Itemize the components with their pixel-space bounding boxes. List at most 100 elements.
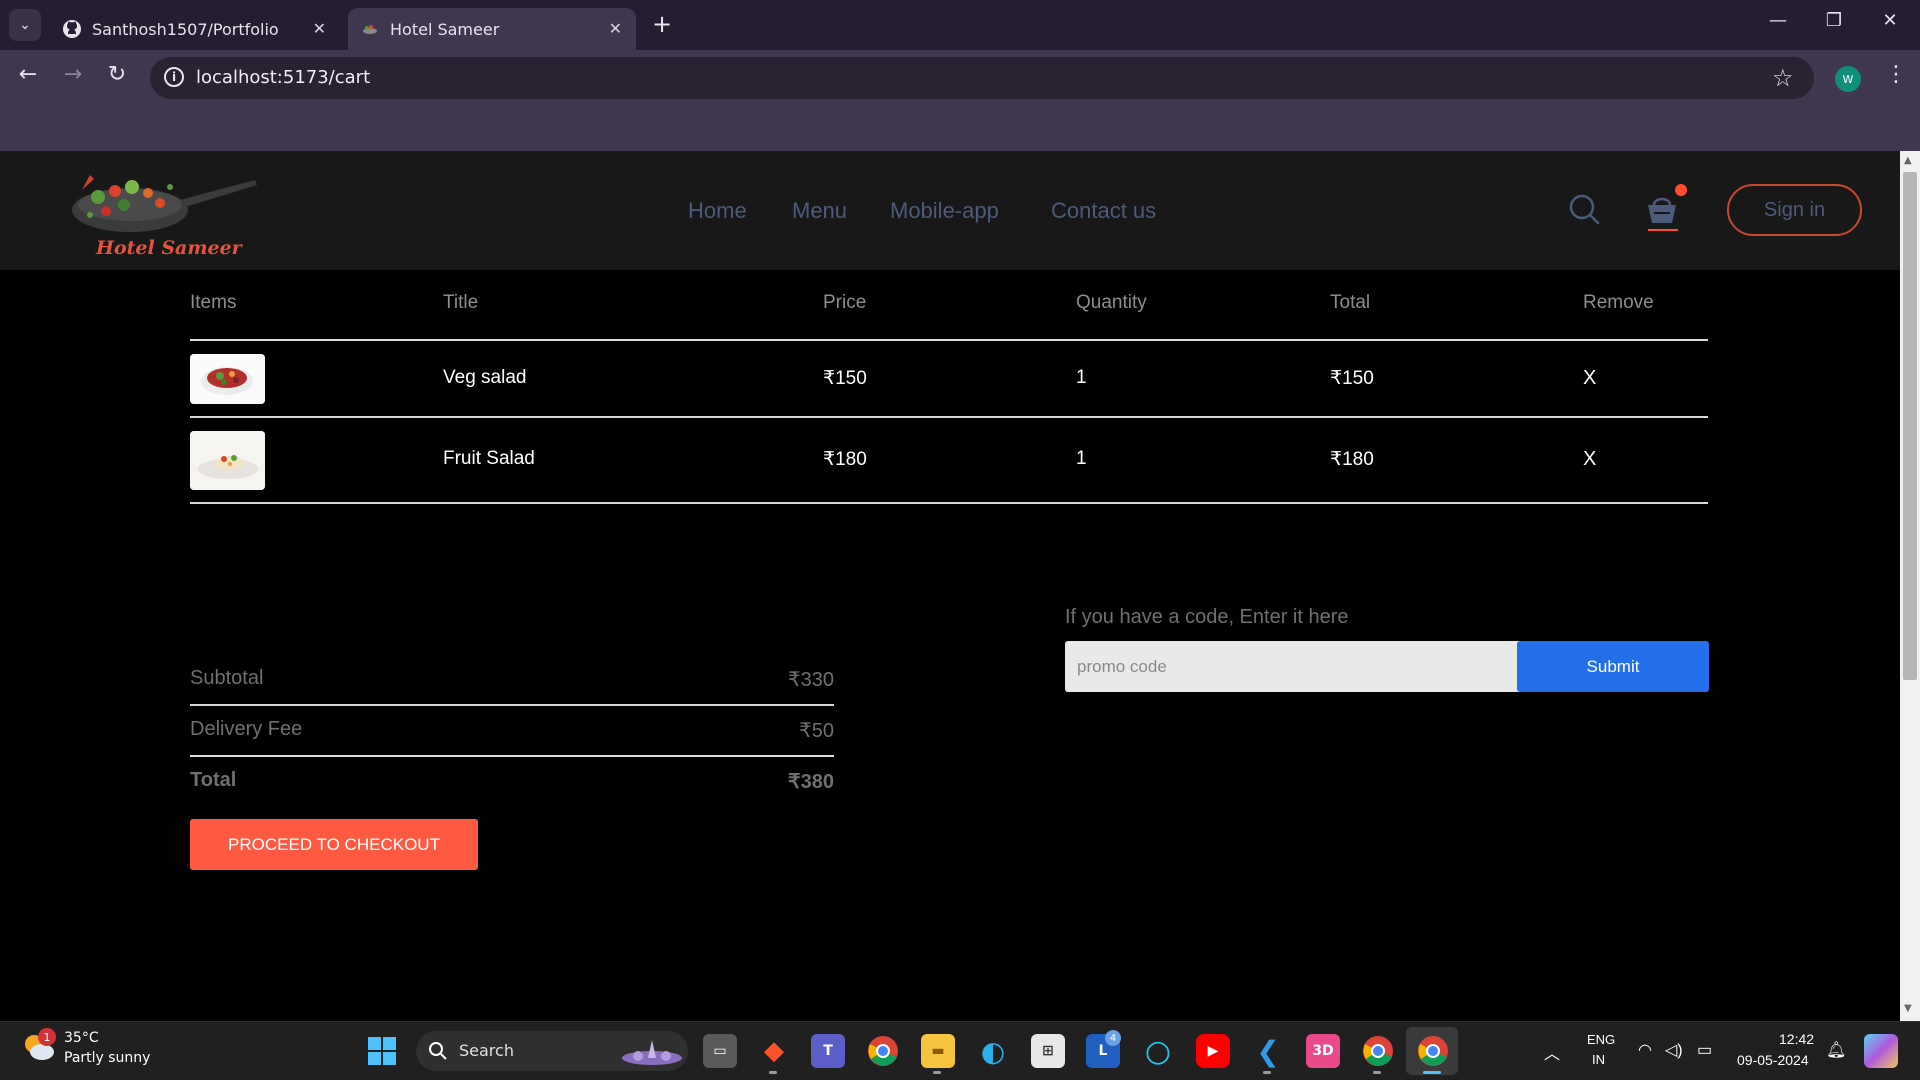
weather-description[interactable]: Partly sunny xyxy=(64,1050,150,1066)
browser-tab-bar: ⌄ Santhosh1507/Portfolio ✕ Hotel Sameer … xyxy=(0,0,1920,50)
menu-kebab-icon[interactable]: ⋮ xyxy=(1885,62,1907,87)
url-text[interactable]: localhost:5173/cart xyxy=(196,67,370,88)
subtotal-label: Subtotal xyxy=(190,667,264,689)
window-close-icon[interactable]: ✕ xyxy=(1870,10,1910,31)
file-explorer-icon[interactable]: ▬ xyxy=(921,1034,955,1068)
nav-contact-us[interactable]: Contact us xyxy=(1051,198,1156,224)
restore-icon[interactable]: ❐ xyxy=(1814,10,1854,31)
copilot-icon[interactable] xyxy=(1864,1034,1898,1068)
minimize-icon[interactable]: — xyxy=(1758,10,1798,31)
header-total: Total xyxy=(1330,292,1371,313)
language-line2[interactable]: IN xyxy=(1592,1052,1605,1067)
edge-icon[interactable]: ◐ xyxy=(976,1034,1010,1068)
back-arrow-icon[interactable]: ← xyxy=(13,62,43,87)
item-total: ₹150 xyxy=(1330,368,1374,389)
outlook-badge: 4 xyxy=(1105,1030,1121,1046)
site-navbar: Hotel Sameer Home Menu Mobile-app Contac… xyxy=(0,151,1900,270)
windows-start-icon[interactable] xyxy=(367,1036,397,1066)
promo-submit-button[interactable]: Submit xyxy=(1517,641,1709,692)
promo-code-input[interactable] xyxy=(1065,641,1520,692)
divider xyxy=(190,416,1708,418)
divider xyxy=(190,704,834,706)
nav-home[interactable]: Home xyxy=(688,198,747,224)
close-icon[interactable]: ✕ xyxy=(313,19,326,38)
header-remove: Remove xyxy=(1583,292,1654,313)
language-line1[interactable]: ENG xyxy=(1587,1032,1615,1047)
scrollbar-thumb[interactable] xyxy=(1903,172,1917,680)
logo-text[interactable]: Hotel Sameer xyxy=(96,237,242,259)
search-highlight-icon xyxy=(622,1040,682,1065)
volume-icon[interactable]: ◁) xyxy=(1665,1040,1683,1060)
microsoft-store-icon[interactable]: ⊞ xyxy=(1031,1034,1065,1068)
running-indicator xyxy=(933,1071,941,1074)
divider xyxy=(190,755,834,757)
profile-avatar[interactable]: W xyxy=(1835,66,1861,92)
forward-arrow-icon[interactable]: → xyxy=(58,62,88,87)
item-price: ₹150 xyxy=(823,368,867,389)
tab-title: Hotel Sameer xyxy=(390,19,500,39)
new-tab-button[interactable]: + xyxy=(652,10,672,38)
wifi-icon[interactable]: ◠ xyxy=(1638,1040,1652,1060)
veg-salad-image xyxy=(190,354,265,404)
total-label: Total xyxy=(190,769,237,791)
notification-bell-icon[interactable]: 🔔︎ xyxy=(1826,1040,1846,1060)
active-indicator xyxy=(1423,1071,1441,1074)
nav-mobile-app[interactable]: Mobile-app xyxy=(890,198,999,224)
scroll-down-arrow-icon[interactable]: ▼ xyxy=(1904,1003,1912,1014)
basket-icon[interactable] xyxy=(1645,191,1679,227)
bookmarks-bar xyxy=(0,100,1920,151)
remove-item-button[interactable]: X xyxy=(1583,367,1596,390)
battery-icon[interactable]: ▭ xyxy=(1697,1040,1712,1060)
task-view-icon[interactable]: ▭ xyxy=(703,1034,737,1068)
weather-badge: 1 xyxy=(38,1028,56,1046)
search-icon[interactable] xyxy=(1568,193,1600,225)
cart-notification-dot xyxy=(1675,184,1687,196)
bookmark-star-icon[interactable]: ☆ xyxy=(1772,64,1794,92)
remove-item-button[interactable]: X xyxy=(1583,448,1596,471)
vscode-icon[interactable]: ❮ xyxy=(1251,1034,1285,1068)
divider xyxy=(190,339,1708,341)
item-price: ₹180 xyxy=(823,449,867,470)
alexa-icon[interactable]: ○ xyxy=(1141,1034,1175,1069)
header-title: Title xyxy=(443,292,479,313)
running-indicator xyxy=(769,1071,777,1074)
item-quantity: 1 xyxy=(1076,448,1087,469)
subtotal-value: ₹330 xyxy=(787,669,834,691)
sign-in-button[interactable]: Sign in xyxy=(1727,184,1862,236)
chrome-icon[interactable] xyxy=(866,1034,900,1068)
proceed-to-checkout-button[interactable]: PROCEED TO CHECKOUT xyxy=(190,819,478,870)
promo-code-label: If you have a code, Enter it here xyxy=(1065,606,1349,628)
brave-browser-icon[interactable]: ◆ xyxy=(757,1034,791,1068)
item-quantity: 1 xyxy=(1076,367,1087,388)
tab-search-dropdown[interactable]: ⌄ xyxy=(9,9,41,41)
chrome-profile-icon[interactable] xyxy=(1361,1034,1395,1068)
item-title: Fruit Salad xyxy=(443,448,535,469)
youtube-icon[interactable]: ▶ xyxy=(1196,1034,1230,1068)
running-indicator xyxy=(1263,1071,1271,1074)
site-info-icon[interactable]: i xyxy=(164,67,184,87)
show-hidden-icons-chevron-icon[interactable]: ︿ xyxy=(1544,1040,1560,1064)
address-bar[interactable] xyxy=(150,57,1814,99)
github-icon xyxy=(62,19,82,39)
clock-time[interactable]: 12:42 xyxy=(1779,1031,1814,1047)
windows-taskbar xyxy=(0,1021,1920,1080)
delivery-fee-value: ₹50 xyxy=(799,720,834,742)
tab-portfolio[interactable]: Santhosh1507/Portfolio ✕ xyxy=(50,8,340,50)
close-icon[interactable]: ✕ xyxy=(609,19,622,38)
tab-hotel-sameer[interactable]: Hotel Sameer ✕ xyxy=(348,8,636,50)
delivery-fee-label: Delivery Fee xyxy=(190,718,303,740)
page-viewport: Hotel Sameer Home Menu Mobile-app Contac… xyxy=(0,151,1900,1021)
divider xyxy=(190,502,1708,504)
search-icon xyxy=(429,1042,447,1060)
teams-icon[interactable]: T xyxy=(811,1034,845,1068)
clock-date[interactable]: 09-05-2024 xyxy=(1737,1052,1809,1068)
header-items: Items xyxy=(190,292,237,313)
3d-viewer-icon[interactable]: 3D xyxy=(1306,1034,1340,1068)
basket-active-underline xyxy=(1648,229,1678,231)
weather-temperature[interactable]: 35°C xyxy=(64,1030,99,1046)
nav-menu[interactable]: Menu xyxy=(792,198,847,224)
tab-title: Santhosh1507/Portfolio xyxy=(92,19,279,39)
reload-icon[interactable]: ↻ xyxy=(102,62,132,87)
scroll-up-arrow-icon[interactable]: ▲ xyxy=(1904,155,1912,166)
chrome-active-icon[interactable] xyxy=(1416,1034,1450,1068)
